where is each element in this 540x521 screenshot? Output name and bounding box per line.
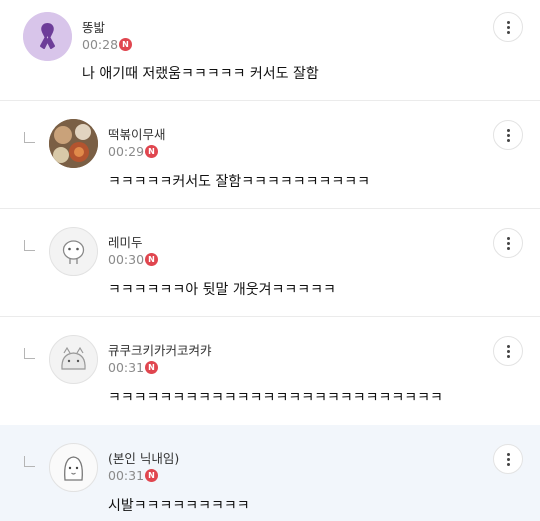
- reply-item: 큐쿠크키카커코켜캬 00:31 N ㅋㅋㅋㅋㅋㅋㅋㅋㅋㅋㅋㅋㅋㅋㅋㅋㅋㅋㅋㅋㅋㅋ…: [0, 317, 540, 424]
- comment-text: 나 애기때 저랬움ㅋㅋㅋㅋㅋ 커서도 잘함: [82, 66, 319, 82]
- comment-time: 00:31: [108, 360, 145, 375]
- default-profile-icon: [62, 240, 85, 264]
- comment-nickname[interactable]: 레미두: [108, 232, 143, 251]
- more-vertical-icon: [507, 453, 510, 456]
- default-profile-icon: [64, 456, 83, 481]
- comment-text: ㅋㅋㅋㅋㅋㅋㅋㅋㅋㅋㅋㅋㅋㅋㅋㅋㅋㅋㅋㅋㅋㅋㅋㅋㅋㅋ: [108, 390, 443, 406]
- comment-nickname[interactable]: (본인 닉내임): [108, 448, 179, 467]
- comment-time: 00:28: [82, 37, 119, 52]
- more-options-button[interactable]: [493, 120, 523, 150]
- comment-text: 시발ㅋㅋㅋㅋㅋㅋㅋㅋㅋ: [108, 498, 250, 514]
- comment-nickname[interactable]: 떡볶이무새: [108, 124, 166, 143]
- comment-item: 똥밟 00:28 N 나 애기때 저랬움ㅋㅋㅋㅋㅋ 커서도 잘함: [0, 0, 540, 100]
- reply-item-highlighted: (본인 닉내임) 00:31 N 시발ㅋㅋㅋㅋㅋㅋㅋㅋㅋ: [0, 425, 540, 521]
- more-vertical-icon: [507, 129, 510, 132]
- reply-arrow-icon: [24, 348, 35, 359]
- new-badge-icon: N: [145, 145, 158, 158]
- comment-time: 00:29: [108, 144, 145, 159]
- reply-item: 떡볶이무새 00:29 N ㅋㅋㅋㅋㅋ커서도 잘함ㅋㅋㅋㅋㅋㅋㅋㅋㅋㅋ: [0, 101, 540, 208]
- new-badge-icon: N: [145, 253, 158, 266]
- avatar[interactable]: [49, 335, 98, 384]
- ribbon-icon: [23, 12, 72, 61]
- avatar[interactable]: [23, 12, 72, 61]
- reply-item: 레미두 00:30 N ㅋㅋㅋㅋㅋㅋ아 뒷말 개웃겨ㅋㅋㅋㅋㅋ: [0, 209, 540, 316]
- more-options-button[interactable]: [493, 12, 523, 42]
- comment-nickname[interactable]: 큐쿠크키카커코켜캬: [108, 340, 212, 359]
- reply-arrow-icon: [24, 132, 35, 143]
- more-options-button[interactable]: [493, 444, 523, 474]
- new-badge-icon: N: [119, 38, 132, 51]
- avatar[interactable]: [49, 227, 98, 276]
- food-photo-icon: [49, 119, 98, 168]
- comment-text: ㅋㅋㅋㅋㅋㅋ아 뒷말 개웃겨ㅋㅋㅋㅋㅋ: [108, 282, 336, 298]
- more-vertical-icon: [507, 237, 510, 240]
- avatar[interactable]: [49, 119, 98, 168]
- reply-arrow-icon: [24, 240, 35, 251]
- more-vertical-icon: [507, 21, 510, 24]
- more-options-button[interactable]: [493, 336, 523, 366]
- default-profile-icon: [61, 346, 86, 370]
- reply-arrow-icon: [24, 456, 35, 467]
- avatar[interactable]: [49, 443, 98, 492]
- new-badge-icon: N: [145, 469, 158, 482]
- comment-text: ㅋㅋㅋㅋㅋ커서도 잘함ㅋㅋㅋㅋㅋㅋㅋㅋㅋㅋ: [108, 174, 371, 190]
- new-badge-icon: N: [145, 361, 158, 374]
- comment-nickname[interactable]: 똥밟: [82, 17, 105, 36]
- more-vertical-icon: [507, 345, 510, 348]
- comment-time: 00:30: [108, 252, 145, 267]
- more-options-button[interactable]: [493, 228, 523, 258]
- comment-time: 00:31: [108, 468, 145, 483]
